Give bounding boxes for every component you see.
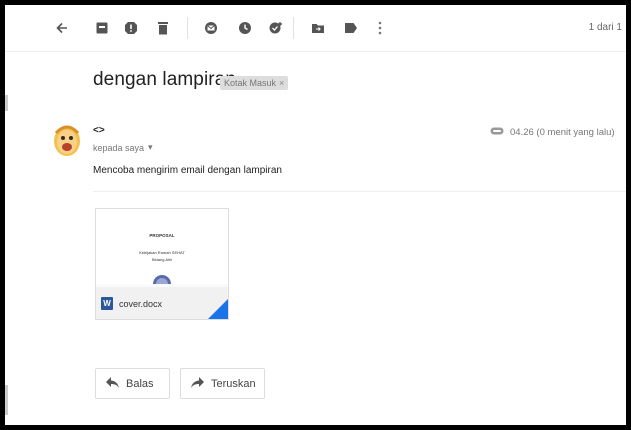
forward-icon	[191, 376, 204, 391]
forward-button-label: Teruskan	[211, 377, 256, 390]
back-arrow-icon[interactable]	[55, 18, 69, 38]
recipient-text: kepada saya	[93, 142, 145, 153]
toolbar-separator	[293, 17, 294, 39]
mark-unread-icon[interactable]	[204, 18, 218, 38]
forward-button[interactable]: Teruskan	[180, 368, 265, 399]
labels-icon[interactable]	[344, 18, 358, 38]
preview-line: Bidang Ahli	[151, 257, 172, 262]
divider	[93, 191, 626, 192]
reply-button-label: Balas	[126, 377, 154, 390]
toolbar-separator	[187, 17, 188, 39]
add-to-tasks-icon[interactable]	[268, 18, 284, 38]
timestamp: 04.26 (0 menit yang lalu)	[490, 127, 615, 138]
word-file-icon: W	[101, 297, 113, 310]
attachment-clip-icon	[490, 127, 504, 138]
email-body: Mencoba mengirim email dengan lampiran	[93, 165, 282, 176]
left-edge-mark	[5, 385, 8, 415]
label-text: Kotak Masuk	[224, 78, 277, 88]
snooze-icon[interactable]	[238, 18, 252, 38]
delete-icon[interactable]	[157, 18, 169, 38]
report-spam-icon[interactable]	[124, 18, 138, 38]
more-vert-icon[interactable]	[378, 18, 382, 38]
pagination-text: 1 dari 1	[588, 22, 622, 33]
toolbar: 1 dari 1	[5, 5, 626, 52]
download-corner-icon[interactable]	[208, 299, 228, 319]
timestamp-text: 04.26 (0 menit yang lalu)	[510, 127, 615, 138]
move-to-icon[interactable]	[311, 18, 325, 38]
attachment-file-row[interactable]: W cover.docx	[96, 287, 228, 319]
reply-icon	[106, 376, 119, 391]
email-view: 1 dari 1 dengan lampiran Kotak Masuk × <…	[0, 0, 631, 430]
left-edge-mark	[5, 95, 8, 111]
preview-logo-icon	[153, 275, 171, 284]
chevron-down-icon[interactable]: ▾	[148, 142, 153, 153]
preview-title: PROPOSAL	[149, 233, 175, 238]
recipient-line[interactable]: kepada saya ▾	[93, 142, 153, 153]
attachment-file-name: cover.docx	[119, 299, 163, 309]
attachment-card[interactable]: PROPOSAL Kebijakan Rumah SEHAT Bidang Ah…	[95, 208, 229, 320]
attachment-preview[interactable]: PROPOSAL Kebijakan Rumah SEHAT Bidang Ah…	[96, 209, 228, 284]
avatar[interactable]	[53, 123, 81, 157]
email-subject: dengan lampiran	[93, 69, 237, 90]
remove-label-icon[interactable]: ×	[279, 76, 284, 90]
archive-icon[interactable]	[95, 18, 109, 38]
reply-button[interactable]: Balas	[95, 368, 170, 399]
inbox-label-chip[interactable]: Kotak Masuk ×	[220, 76, 289, 90]
sender-name: <>	[93, 125, 105, 136]
preview-line: Kebijakan Rumah SEHAT	[139, 250, 185, 255]
